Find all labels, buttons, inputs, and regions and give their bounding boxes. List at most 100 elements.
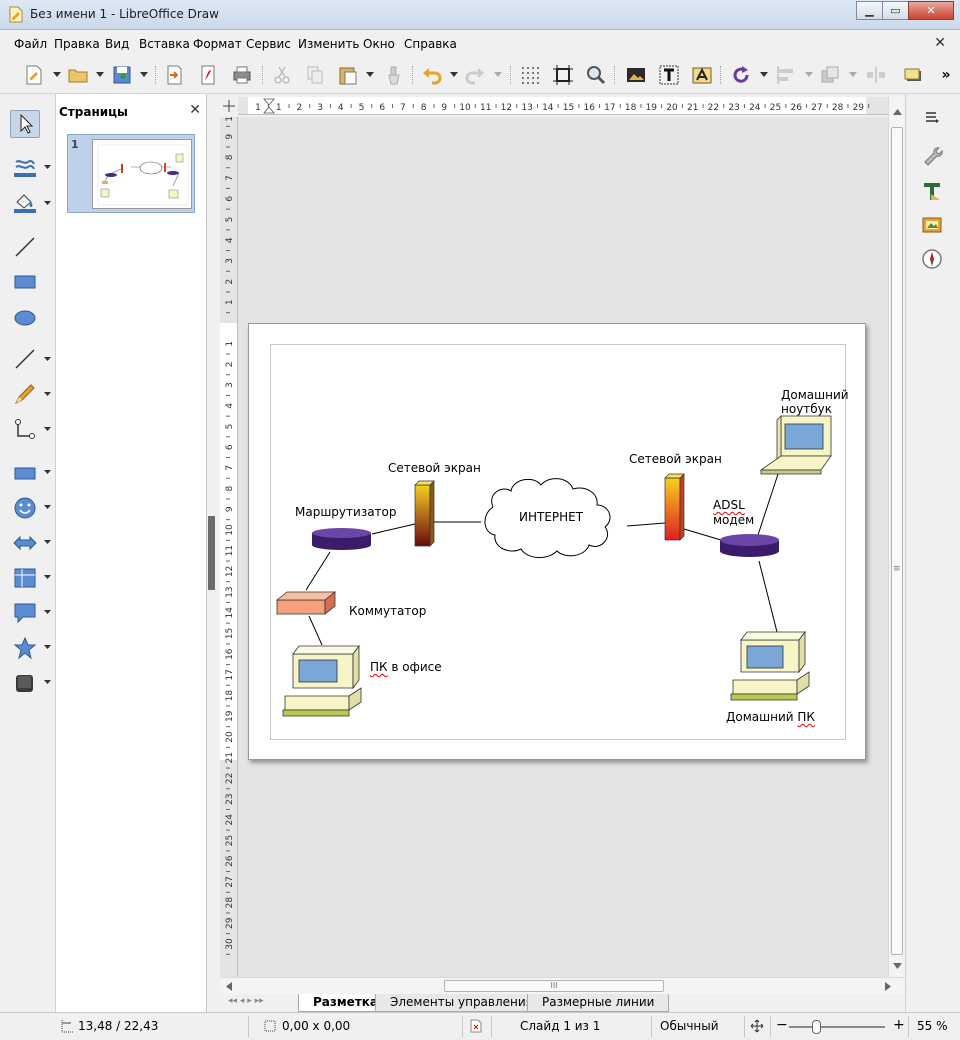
rotate-icon[interactable]: [729, 63, 753, 87]
sidebar-menu-icon[interactable]: [919, 104, 945, 130]
drawing-page[interactable]: Маршрутизатор Сетевой экран ИНТЕРНЕТ Сет…: [248, 323, 866, 760]
symbol-shapes-smiley-icon[interactable]: [10, 494, 40, 522]
undo-icon[interactable]: [420, 63, 444, 87]
zoom-out-button[interactable]: −: [776, 1017, 788, 1033]
block-arrows-icon[interactable]: [10, 529, 40, 557]
chevron-down-icon[interactable]: [494, 72, 502, 78]
paste-icon[interactable]: [336, 63, 360, 87]
helplines-icon[interactable]: [551, 63, 575, 87]
page-thumbnail[interactable]: 1: [67, 134, 195, 213]
chevron-down-icon[interactable]: [44, 505, 51, 510]
line-color-icon[interactable]: [10, 154, 40, 182]
menu-edit[interactable]: Правка: [54, 37, 100, 51]
menu-view[interactable]: Вид: [105, 37, 129, 51]
menu-window[interactable]: Окно: [363, 37, 395, 51]
callouts-icon[interactable]: [10, 599, 40, 627]
properties-wrench-icon[interactable]: [919, 142, 945, 168]
export-pdf-icon[interactable]: [196, 63, 220, 87]
zoom-slider-knob[interactable]: [812, 1020, 821, 1034]
vertical-scrollbar[interactable]: ≡: [888, 97, 905, 977]
scroll-left-icon[interactable]: [226, 982, 232, 991]
chevron-down-icon[interactable]: [44, 357, 51, 362]
tab-controls[interactable]: Элементы управления: [375, 994, 548, 1012]
redo-icon[interactable]: [463, 63, 487, 87]
chevron-down-icon[interactable]: [450, 72, 458, 78]
horizontal-ruler[interactable]: 1 1 2 3 4 5 6 7 8 9 10 11 12 13 14 15 16 17 18 19 20 21 22 23 24…: [238, 97, 888, 115]
save-icon[interactable]: [110, 63, 134, 87]
freeform-pencil-icon[interactable]: [10, 381, 40, 409]
menu-tools[interactable]: Сервис: [246, 37, 291, 51]
chevron-down-icon[interactable]: [760, 72, 768, 78]
horizontal-scrollbar[interactable]: III: [220, 977, 905, 994]
fill-color-icon[interactable]: [10, 190, 40, 218]
copy-icon[interactable]: [303, 63, 327, 87]
clone-formatting-icon[interactable]: [382, 63, 406, 87]
menu-modify[interactable]: Изменить: [298, 37, 360, 51]
menu-help[interactable]: Справка: [404, 37, 457, 51]
drawing-canvas[interactable]: Маршрутизатор Сетевой экран ИНТЕРНЕТ Сет…: [238, 117, 888, 977]
scroll-right-icon[interactable]: [885, 982, 891, 991]
styles-icon[interactable]: [919, 178, 945, 204]
new-document-icon[interactable]: [22, 63, 46, 87]
vertical-scroll-thumb[interactable]: ≡: [891, 127, 903, 955]
distribute-icon[interactable]: [864, 63, 888, 87]
open-folder-icon[interactable]: [66, 63, 90, 87]
vertical-ruler[interactable]: 1098765432112345678910111213141516171819…: [220, 117, 238, 977]
chevron-down-icon[interactable]: [44, 392, 51, 397]
3d-objects-icon[interactable]: [10, 669, 40, 697]
chevron-down-icon[interactable]: [96, 72, 104, 78]
export-icon[interactable]: [162, 63, 186, 87]
insert-image-icon[interactable]: [624, 63, 648, 87]
horizontal-scroll-thumb[interactable]: III: [444, 980, 664, 992]
scroll-down-icon[interactable]: [893, 963, 902, 969]
fit-to-window-icon[interactable]: [750, 1019, 764, 1036]
close-window-button[interactable]: ✕: [908, 1, 954, 20]
chevron-down-icon[interactable]: [44, 427, 51, 432]
grid-icon[interactable]: [518, 63, 542, 87]
navigator-compass-icon[interactable]: [919, 246, 945, 272]
chevron-down-icon[interactable]: [53, 72, 61, 78]
text-box-icon[interactable]: [657, 63, 681, 87]
ellipse-tool-icon[interactable]: [10, 304, 40, 332]
print-icon[interactable]: [230, 63, 254, 87]
maximize-button[interactable]: ▭: [882, 1, 909, 20]
document-modified-icon[interactable]: [470, 1019, 482, 1036]
chevron-down-icon[interactable]: [44, 470, 51, 475]
zoom-icon[interactable]: [584, 63, 608, 87]
menu-insert[interactable]: Вставка: [139, 37, 190, 51]
select-pointer-icon[interactable]: [10, 110, 40, 138]
cut-icon[interactable]: [270, 63, 294, 87]
chevron-down-icon[interactable]: [44, 201, 51, 206]
align-icon[interactable]: [774, 63, 798, 87]
arrange-icon[interactable]: [818, 63, 842, 87]
minimize-button[interactable]: ▁: [856, 1, 883, 20]
shadow-icon[interactable]: [901, 63, 925, 87]
star-shapes-icon[interactable]: [10, 634, 40, 662]
tab-navigation-arrows[interactable]: ◂◂ ◂ ▸ ▸▸: [228, 996, 264, 1006]
close-pages-panel-button[interactable]: ✕: [189, 102, 201, 118]
fontwork-icon[interactable]: [690, 63, 714, 87]
chevron-down-icon[interactable]: [140, 72, 148, 78]
basic-shapes-icon[interactable]: [10, 459, 40, 487]
chevron-down-icon[interactable]: [44, 610, 51, 615]
toolbar-overflow-icon[interactable]: »: [934, 63, 958, 87]
left-panel-splitter[interactable]: [208, 516, 215, 590]
scroll-up-icon[interactable]: [893, 109, 902, 115]
flowchart-icon[interactable]: [10, 564, 40, 592]
menu-file[interactable]: Файл: [14, 37, 47, 51]
zoom-slider-track[interactable]: [789, 1026, 885, 1028]
close-document-button[interactable]: ✕: [934, 35, 946, 51]
rectangle-tool-icon[interactable]: [10, 268, 40, 296]
menu-format[interactable]: Формат: [193, 37, 242, 51]
zoom-in-button[interactable]: +: [893, 1017, 905, 1033]
line-tool-icon[interactable]: [10, 233, 40, 261]
tab-dimension-lines[interactable]: Размерные линии: [527, 994, 670, 1012]
chevron-down-icon[interactable]: [44, 540, 51, 545]
chevron-down-icon[interactable]: [366, 72, 374, 78]
chevron-down-icon[interactable]: [805, 72, 813, 78]
chevron-down-icon[interactable]: [44, 165, 51, 170]
chevron-down-icon[interactable]: [44, 575, 51, 580]
chevron-down-icon[interactable]: [44, 680, 51, 685]
connector-icon[interactable]: [10, 416, 40, 444]
gallery-icon[interactable]: [919, 212, 945, 238]
